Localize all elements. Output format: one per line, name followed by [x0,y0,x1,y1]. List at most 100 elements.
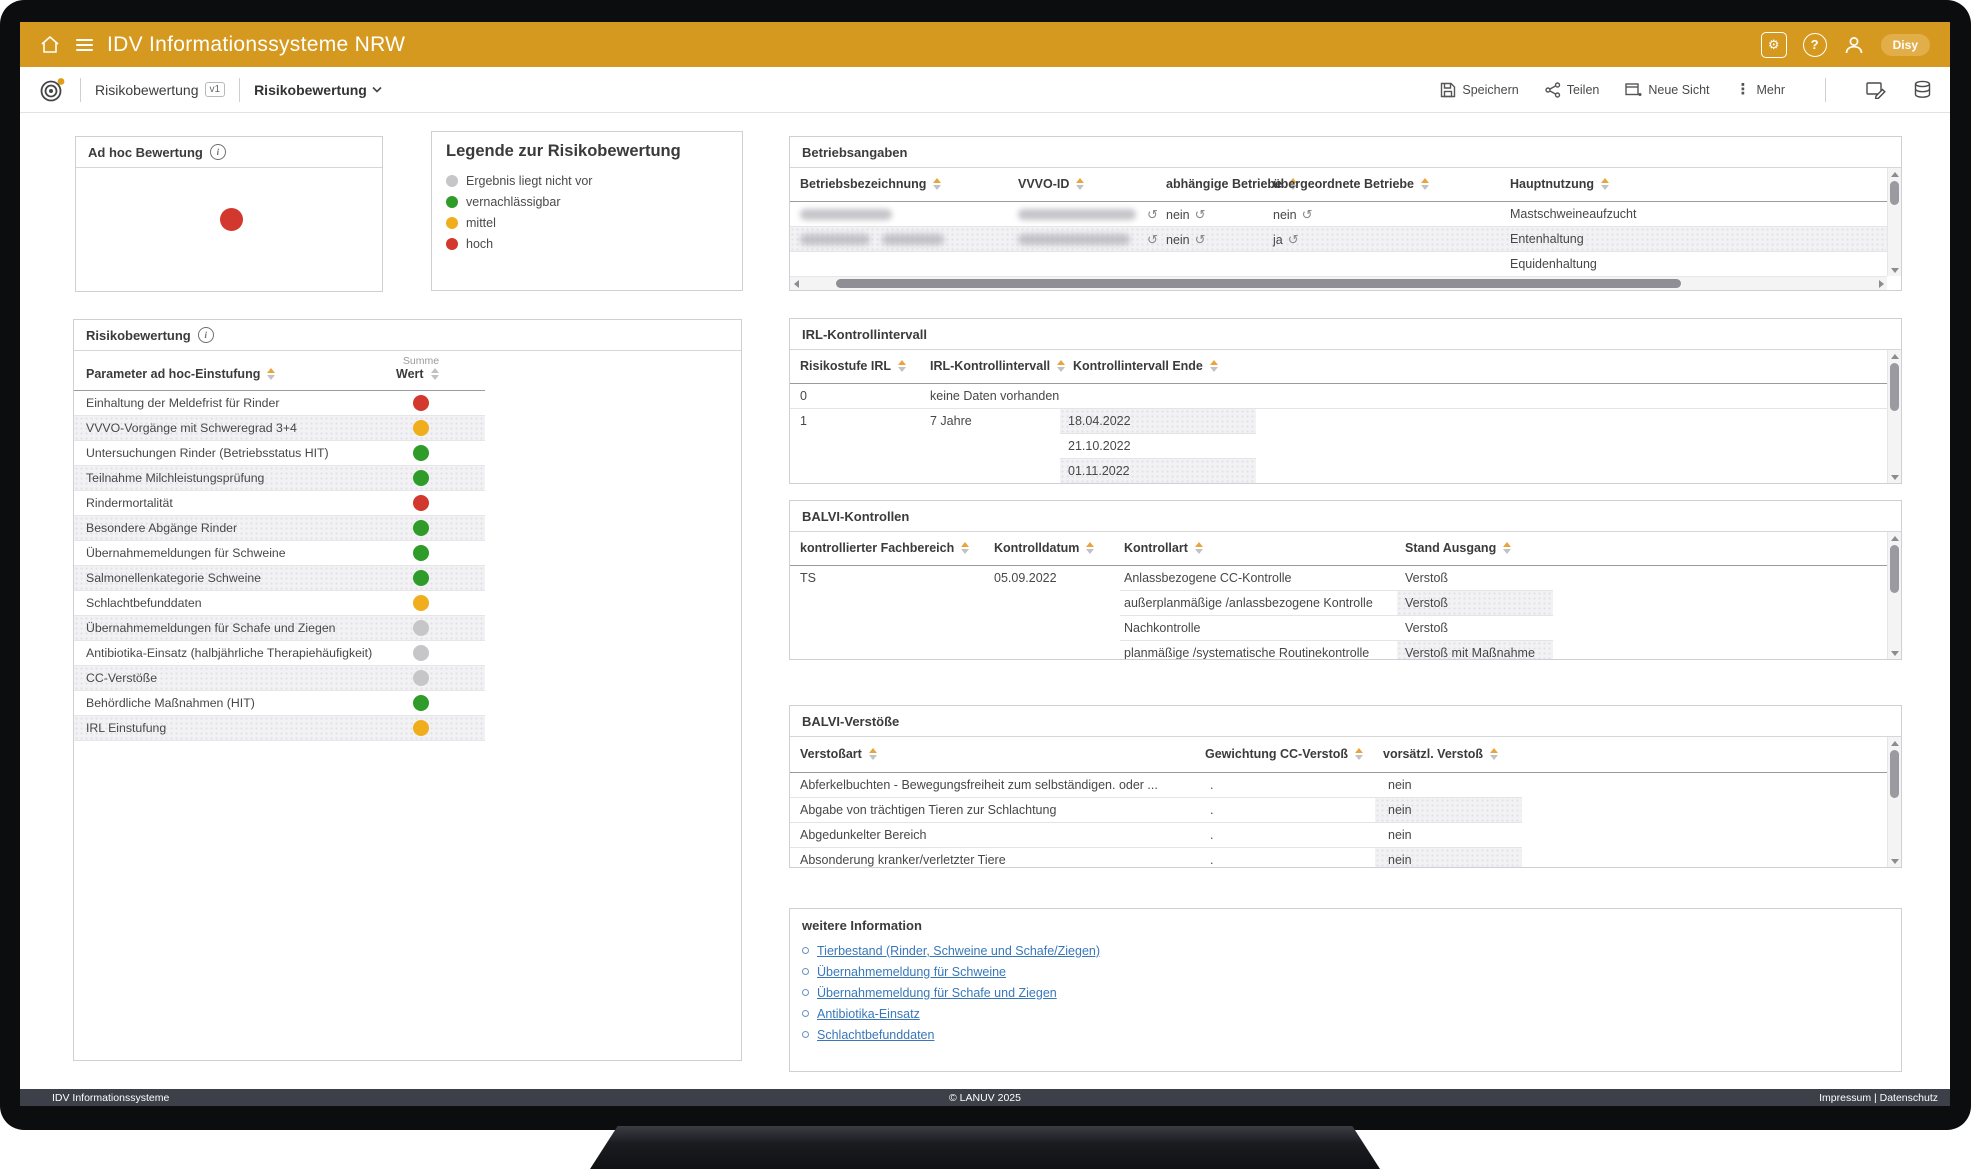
column-header[interactable]: Kontrollintervall Ende [1073,359,1218,373]
history-icon[interactable]: ↺ [1142,202,1158,228]
horizontal-scrollbar[interactable] [790,276,1887,290]
new-view-button[interactable]: Neue Sicht [1625,82,1709,98]
sort-icon[interactable] [1421,178,1429,190]
status-dot [413,445,429,461]
edit-form-button[interactable] [1866,80,1887,99]
table-row: außerplanmäßige /anlassbezogene Kontroll… [790,591,1901,616]
column-header[interactable]: VVVO-ID [1018,177,1084,191]
history-icon[interactable]: ↺ [1195,232,1206,247]
sort-icon[interactable] [1503,542,1511,554]
sort-icon[interactable] [431,368,439,380]
list-item: Schlachtbefunddaten [802,1024,1889,1045]
vertical-scrollbar[interactable] [1887,737,1901,867]
help-icon[interactable]: ? [1803,33,1827,57]
database-icon [1913,80,1932,99]
footer-copyright: © LANUV 2025 [20,1092,1950,1104]
sort-icon[interactable] [1076,178,1084,190]
sort-icon[interactable] [1210,360,1218,372]
save-icon [1440,82,1456,98]
redacted-vvvo-id [1018,234,1130,245]
column-header[interactable]: Stand Ausgang [1405,541,1511,555]
sort-icon[interactable] [898,360,906,372]
settings-icon[interactable]: ⚙ [1761,32,1787,58]
workbook-name[interactable]: Risikobewertung [95,82,199,98]
more-button[interactable]: ⋮ Mehr [1736,82,1785,97]
share-icon [1545,82,1561,98]
panel-legende: Legende zur Risikobewertung Ergebnis lie… [431,131,743,291]
panel-betriebsangaben: Betriebsangaben Betriebsbezeichnung VVVO… [789,136,1902,291]
column-header-parameter[interactable]: Parameter ad hoc-Einstufung [86,367,275,381]
sort-icon[interactable] [961,542,969,554]
column-header[interactable]: Kontrolldatum [994,541,1094,555]
table-row: Nachkontrolle Verstoß [790,616,1901,641]
redacted-betriebsbezeichnung [800,234,870,245]
table-row: Übernahmemeldungen für Schweine [74,541,485,566]
view-selector[interactable]: Risikobewertung [254,82,382,98]
betriebe-rows: ↺ nein↺ nein↺ Mastschweineaufzucht ↺ nei… [790,202,1887,276]
user-badge[interactable]: Disy [1881,34,1930,56]
info-icon[interactable]: i [210,144,226,160]
vertical-scrollbar[interactable] [1887,532,1901,659]
divider [1825,78,1826,102]
cadenza-logo[interactable] [38,76,66,104]
user-icon[interactable] [1843,34,1865,56]
table-row: Equidenhaltung [790,252,1887,276]
vertical-scrollbar[interactable] [1887,350,1901,483]
data-manager-button[interactable] [1913,80,1932,99]
column-header[interactable]: IRL-Kontrollintervall [930,359,1065,373]
vertical-scrollbar[interactable] [1887,168,1901,276]
sort-icon[interactable] [1490,748,1498,760]
panel-adhoc-bewertung: Ad hoc Bewertungi [75,136,383,292]
column-header[interactable]: Hauptnutzung [1510,177,1609,191]
info-icon[interactable]: i [198,327,214,343]
column-header[interactable]: kontrollierter Fachbereich [800,541,969,555]
column-header[interactable]: Betriebsbezeichnung [800,177,941,191]
table-row: Untersuchungen Rinder (Betriebsstatus HI… [74,441,485,466]
sort-icon[interactable] [1057,360,1065,372]
sort-icon[interactable] [1601,178,1609,190]
column-header[interactable]: übergeordnete Betriebe [1273,177,1429,191]
table-row: 1 7 Jahre 18.04.2022 [790,409,1901,434]
column-header-wert[interactable]: Wert [396,367,439,381]
history-icon[interactable]: ↺ [1142,227,1158,253]
footer-legal-links[interactable]: Impressum | Datenschutz [1819,1092,1938,1104]
version-badge: v1 [205,82,226,97]
link-uebernahmemeldung-schafe-ziegen[interactable]: Übernahmemeldung für Schafe und Ziegen [817,986,1057,1000]
menu-icon[interactable] [76,39,93,51]
column-header[interactable]: Kontrollart [1124,541,1203,555]
table-row: 0 keine Daten vorhanden [790,384,1901,409]
app-screen: IDV Informationssysteme NRW ⚙ ? Disy Ris… [20,22,1950,1106]
irl-rows: 0 keine Daten vorhanden 1 7 Jahre 18.04.… [790,384,1901,484]
adhoc-status-dot [220,208,243,231]
history-icon[interactable]: ↺ [1302,207,1313,222]
column-header[interactable]: Gewichtung CC-Verstoß [1205,747,1363,761]
window-plus-icon [1625,82,1642,98]
sort-icon[interactable] [869,748,877,760]
table-row: Behördliche Maßnahmen (HIT) [74,691,485,716]
legend-dot-yellow [446,217,458,229]
column-header[interactable]: Risikostufe IRL [800,359,906,373]
status-dot [413,620,429,636]
share-button[interactable]: Teilen [1545,82,1600,98]
panel-irl-kontrollintervall: IRL-Kontrollintervall Risikostufe IRL IR… [789,318,1902,484]
panel-title: BALVI-Verstöße [802,714,899,729]
home-icon[interactable] [40,35,60,54]
history-icon[interactable]: ↺ [1288,232,1299,247]
table-row: Teilnahme Milchleistungsprüfung [74,466,485,491]
link-schlachtbefunddaten[interactable]: Schlachtbefunddaten [817,1028,934,1042]
sort-icon[interactable] [1195,542,1203,554]
history-icon[interactable]: ↺ [1195,207,1206,222]
save-button[interactable]: Speichern [1440,82,1518,98]
column-header[interactable]: vorsätzl. Verstoß [1383,747,1498,761]
table-row: Antibiotika-Einsatz (halbjährliche Thera… [74,641,485,666]
sort-icon[interactable] [267,368,275,380]
sort-icon[interactable] [933,178,941,190]
monitor-stand [590,1126,1380,1169]
link-antibiotika-einsatz[interactable]: Antibiotika-Einsatz [817,1007,920,1021]
table-row: Rindermortalität [74,491,485,516]
link-tierbestand[interactable]: Tierbestand (Rinder, Schweine und Schafe… [817,944,1100,958]
sort-icon[interactable] [1355,748,1363,760]
column-header[interactable]: Verstoßart [800,747,877,761]
link-uebernahmemeldung-schweine[interactable]: Übernahmemeldung für Schweine [817,965,1006,979]
sort-icon[interactable] [1086,542,1094,554]
